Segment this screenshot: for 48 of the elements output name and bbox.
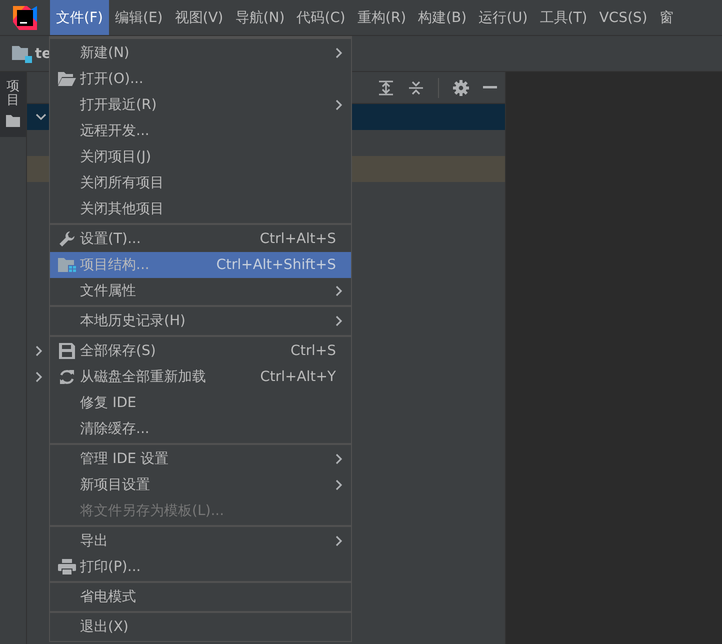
menu-item[interactable]: 工具(T) bbox=[534, 0, 594, 35]
folder-grid-icon bbox=[58, 258, 76, 272]
menu-item[interactable]: 窗 bbox=[653, 0, 680, 35]
chevron-right-icon[interactable] bbox=[35, 345, 43, 357]
menu-item[interactable]: 打开(O)... bbox=[50, 66, 351, 92]
chevron-right-icon[interactable] bbox=[35, 371, 43, 383]
folder-icon bbox=[6, 114, 20, 127]
menu-item[interactable]: 项目结构... Ctrl+Alt+Shift+S bbox=[50, 252, 351, 278]
menu-item[interactable]: 清除缓存... bbox=[50, 416, 351, 442]
expand-all-icon[interactable] bbox=[378, 80, 394, 96]
menu-item[interactable]: 设置(T)... Ctrl+Alt+S bbox=[50, 226, 351, 252]
menu-item[interactable]: 本地历史记录(H) bbox=[50, 308, 351, 334]
settings-icon[interactable] bbox=[453, 80, 469, 96]
menu-item[interactable]: 导航(N) bbox=[229, 0, 291, 35]
menu-item[interactable]: 构建(B) bbox=[412, 0, 473, 35]
refresh-icon bbox=[59, 369, 75, 385]
minimize-icon[interactable] bbox=[483, 86, 497, 89]
menu-item[interactable]: 重构(R) bbox=[351, 0, 412, 35]
menu-item[interactable]: 退出(X) bbox=[50, 614, 351, 640]
menu-item[interactable]: VCS(S) bbox=[593, 0, 654, 35]
menu-item[interactable]: 省电模式 bbox=[50, 584, 351, 610]
menu-item[interactable]: 打开最近(R) bbox=[50, 92, 351, 118]
menu-item[interactable]: 导出 bbox=[50, 528, 351, 554]
menu-item[interactable]: 关闭其他项目 bbox=[50, 196, 351, 222]
menu-item[interactable]: 管理 IDE 设置 bbox=[50, 446, 351, 472]
app-logo-icon bbox=[13, 6, 37, 30]
menu-item[interactable]: 文件属性 bbox=[50, 278, 351, 304]
menu-item[interactable]: 从磁盘全部重新加载 Ctrl+Alt+Y bbox=[50, 364, 351, 390]
menu-item[interactable]: 关闭项目(J) bbox=[50, 144, 351, 170]
project-tab[interactable]: 项目 bbox=[0, 72, 26, 137]
wrench-icon bbox=[59, 231, 75, 247]
menu-item[interactable]: 代码(C) bbox=[290, 0, 352, 35]
printer-icon bbox=[58, 559, 76, 575]
chevron-down-icon[interactable] bbox=[35, 113, 47, 121]
project-folder-icon bbox=[12, 44, 32, 62]
menu-item[interactable]: 远程开发... bbox=[50, 118, 351, 144]
menu-item[interactable]: 文件(F) bbox=[50, 0, 109, 35]
menu-item[interactable]: 新项目设置 bbox=[50, 472, 351, 498]
menu-item[interactable]: 运行(U) bbox=[472, 0, 534, 35]
open-folder-icon bbox=[58, 72, 76, 86]
menu-item[interactable]: 视图(V) bbox=[168, 0, 230, 35]
menu-item[interactable]: 新建(N) bbox=[50, 40, 351, 66]
menu-item[interactable]: 修复 IDE bbox=[50, 390, 351, 416]
menu-item[interactable]: 打印(P)... bbox=[50, 554, 351, 580]
menu-item[interactable]: 编辑(E) bbox=[108, 0, 169, 35]
collapse-all-icon[interactable] bbox=[408, 80, 424, 96]
menu-item[interactable]: 关闭所有项目 bbox=[50, 170, 351, 196]
menu-item[interactable]: 全部保存(S) Ctrl+S bbox=[50, 338, 351, 364]
